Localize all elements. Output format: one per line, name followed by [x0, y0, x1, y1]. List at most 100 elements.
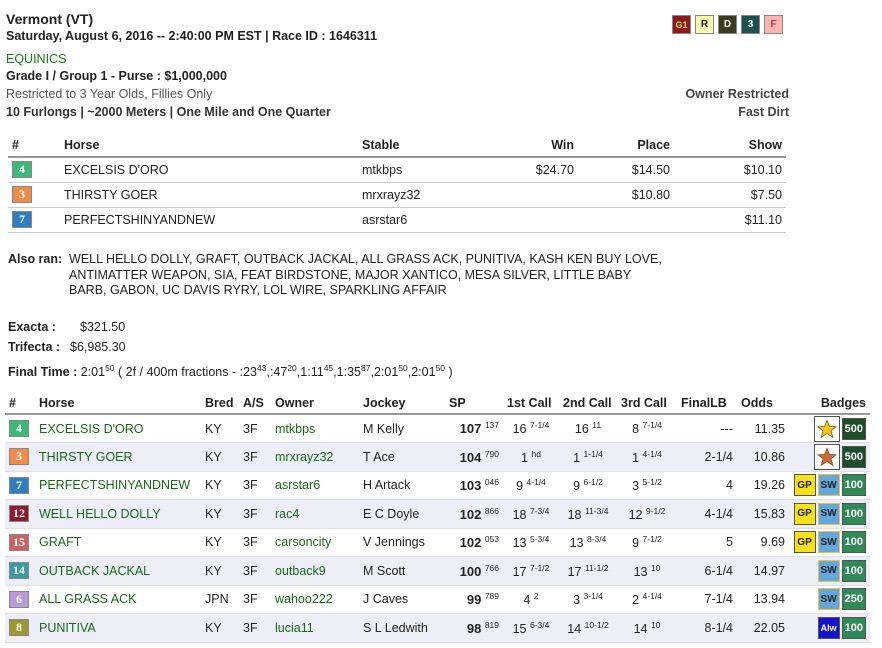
badges-cell: 500 [789, 414, 870, 443]
horse-cell: WELL HELLO DOLLY [35, 499, 201, 529]
call-3-position: 13 [633, 564, 648, 579]
win-payout [478, 182, 578, 208]
call-2-margin: 11-3/4 [584, 505, 609, 516]
col-horse: Horse [35, 393, 201, 415]
horse-link[interactable]: OUTBACK JACKAL [39, 564, 150, 578]
stable-name: asrstar6 [358, 207, 478, 233]
horse-link[interactable]: PERFECTSHINYANDNEW [39, 478, 190, 492]
call-2-position: 18 [567, 507, 582, 522]
program-number: 12 [9, 505, 29, 523]
badges: SW 250 [793, 588, 866, 611]
call-2: 16 11 [559, 414, 617, 443]
horse-cell: GRAFT [35, 528, 201, 557]
col-3rd-call: 3rd Call [617, 393, 677, 415]
call-1: 9 4-1/4 [503, 471, 559, 500]
payout-header-row: # Horse Stable Win Place Show [8, 134, 786, 158]
speed-figure: 98 819 [445, 613, 503, 643]
level-100-badge: 100 [841, 474, 866, 497]
odds: 19.26 [737, 471, 789, 500]
col-2nd-call: 2nd Call [559, 393, 617, 415]
owner-cell: lucia11 [271, 613, 359, 643]
owner-link[interactable]: mtkbps [275, 422, 315, 436]
badges: 500 [793, 443, 866, 470]
owner-cell: mtkbps [271, 414, 359, 443]
horse-link[interactable]: WELL HELLO DOLLY [39, 507, 161, 521]
bred: KY [201, 556, 239, 586]
horse-link[interactable]: PUNITIVA [39, 621, 96, 635]
program-number: 15 [9, 533, 29, 551]
badges: SW 100 [793, 559, 866, 582]
col-jockey: Jockey [359, 393, 445, 415]
badges: GP SW 100 [793, 474, 866, 497]
horse-link[interactable]: GRAFT [39, 535, 81, 549]
call-2-position: 16 [574, 422, 589, 437]
horse-link[interactable]: EXCELSIS D'ORO [39, 422, 144, 436]
jockey: V Jennings [359, 528, 445, 557]
odds: 10.86 [737, 442, 789, 472]
col-sp: SP [445, 393, 503, 415]
table-row: 4 EXCELSIS D'ORO KY 3F mtkbps M Kelly 107 137 1… [5, 414, 870, 443]
horse-link[interactable]: THIRSTY GOER [39, 450, 133, 464]
call-3-margin: 5-1/2 [642, 477, 662, 488]
organization-link[interactable]: EQUINICS [6, 52, 66, 66]
call-1-margin: hd [531, 448, 541, 459]
final-time-label: Final Time : [8, 365, 78, 380]
call-1: 4 2 [503, 585, 559, 614]
sp-decimal: 053 [484, 534, 499, 545]
call-3-position: 3 [632, 479, 640, 494]
final-time-hundredths: 50 [105, 363, 115, 373]
dirt-code-badge: D [718, 15, 737, 34]
speed-figure: 104 790 [445, 442, 503, 472]
speed-figure: 102 866 [445, 499, 503, 529]
owner-link[interactable]: lucia11 [275, 621, 314, 635]
exacta-value: $321.50 [80, 320, 126, 334]
call-2-margin: 10-1/2 [584, 619, 609, 630]
call-2: 17 11-1/2 [559, 556, 617, 586]
program-cell: 4 [8, 157, 60, 183]
odds: 14.97 [737, 556, 789, 586]
horse-cell: EXCELSIS D'ORO [35, 414, 201, 443]
jockey: E C Doyle [359, 499, 445, 529]
level-500-badge: 500 [841, 417, 866, 440]
fraction-time: 1:11 [300, 365, 324, 380]
table-row: 14 OUTBACK JACKAL KY 3F outback9 M Scott 100 7… [5, 556, 870, 586]
surface-label: Fast Dirt [738, 105, 789, 119]
alw-badge: Alw [817, 616, 840, 639]
call-1: 17 7-1/2 [503, 556, 559, 586]
payout-row: 7 PERFECTSHINYANDNEW asrstar6 $11.10 [8, 207, 786, 233]
fraction-hundredths: 50 [435, 363, 446, 373]
owner-link[interactable]: wahoo222 [275, 592, 333, 606]
place-payout [578, 207, 674, 233]
table-row: 7 PERFECTSHINYANDNEW KY 3F asrstar6 H Artack 1… [5, 471, 870, 500]
speed-figure: 107 137 [445, 414, 503, 443]
call-3-position: 9 [632, 536, 640, 551]
fractions-open: ( 2f / 400m fractions - [118, 365, 240, 380]
call-2-margin: 8-3/4 [587, 534, 607, 545]
call-1-position: 16 [512, 422, 527, 437]
bronze-star-icon [813, 443, 840, 470]
win-payout [478, 207, 578, 233]
program-cell: 6 [5, 585, 35, 614]
horse-cell: PUNITIVA [35, 613, 201, 643]
col-final-lb: FinalLB [677, 393, 737, 415]
call-3: 8 7-1/4 [617, 414, 677, 443]
owner-link[interactable]: mrxrayz32 [275, 450, 333, 464]
call-1-position: 13 [512, 536, 527, 551]
horse-link[interactable]: ALL GRASS ACK [39, 592, 137, 606]
speed-figure: 103 046 [445, 471, 503, 500]
also-ran-list: WELL HELLO DOLLY, GRAFT, OUTBACK JACKAL,… [69, 252, 662, 297]
call-1: 15 6-3/4 [503, 613, 559, 643]
owner-link[interactable]: outback9 [275, 564, 326, 578]
fraction-hundredths: 87 [360, 363, 371, 373]
owner-link[interactable]: rac4 [275, 507, 299, 521]
col-horse: Horse [60, 134, 358, 158]
final-lengths-behind: 4-1/4 [677, 499, 737, 529]
owner-link[interactable]: asrstar6 [275, 478, 320, 492]
odds: 11.35 [737, 414, 789, 443]
owner-link[interactable]: carsoncity [275, 535, 331, 549]
race-restriction: Restricted to 3 Year Olds, Fillies Only [6, 87, 213, 101]
call-1-position: 15 [512, 621, 527, 636]
bred: KY [201, 414, 239, 443]
grade-code-badge: G1 [672, 15, 691, 34]
call-3-margin: 4-1/4 [642, 448, 662, 459]
